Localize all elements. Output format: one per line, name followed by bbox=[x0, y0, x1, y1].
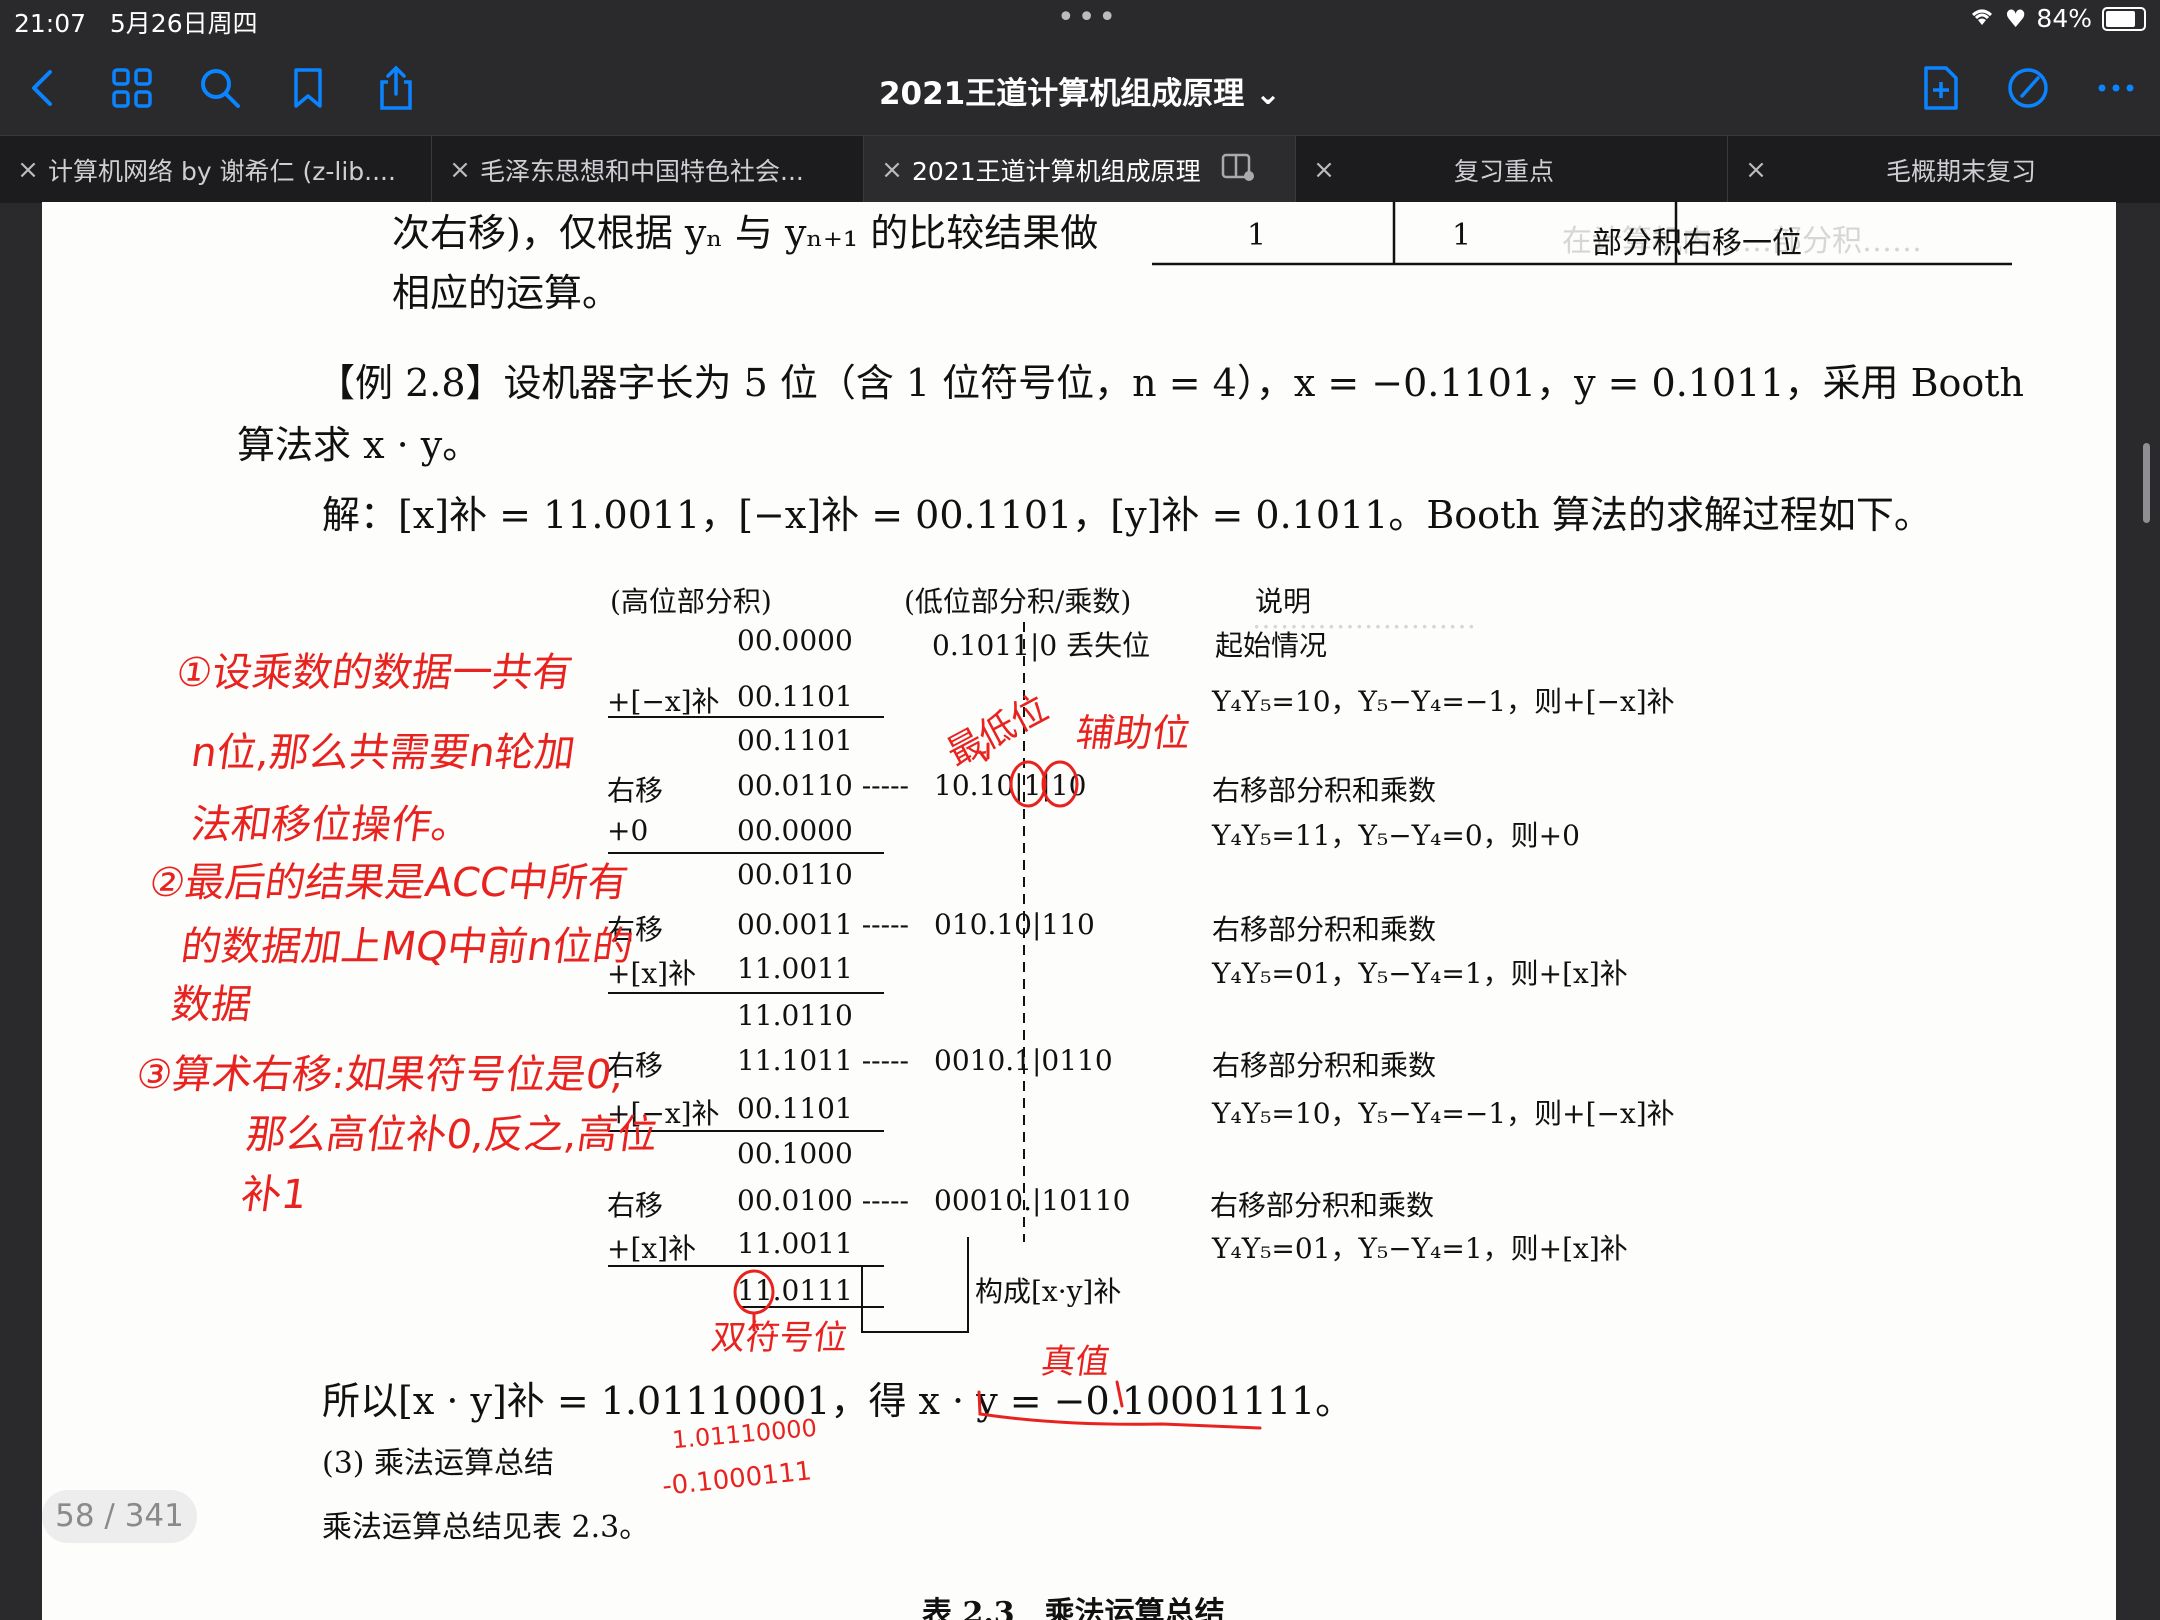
tab-computer-network[interactable]: × 计算机网络 by 谢希仁 (z-lib.... bbox=[0, 136, 432, 203]
scrollbar-thumb[interactable] bbox=[2143, 443, 2150, 523]
close-icon[interactable]: × bbox=[1304, 155, 1344, 185]
tab-review-points[interactable]: × 复习重点 bbox=[1296, 136, 1728, 203]
close-icon[interactable]: × bbox=[872, 155, 912, 185]
annotation-strokes bbox=[733, 742, 1262, 1430]
tab-label: 毛泽东思想和中国特色社会... bbox=[480, 156, 804, 186]
status-time: 21:07 bbox=[14, 9, 87, 38]
status-date: 5月26日周四 bbox=[109, 9, 258, 38]
close-icon[interactable]: × bbox=[1736, 155, 1776, 185]
wifi-icon bbox=[1969, 4, 1995, 33]
document-page[interactable]: 在计算机内……部分积…… …………………… 次右移)，仅根据 yₙ 与 yₙ₊₁… bbox=[42, 202, 2116, 1620]
split-view-icon[interactable] bbox=[1221, 152, 1255, 188]
toolbar: 2021王道计算机组成原理 ⌄ bbox=[0, 40, 2160, 135]
annotate-icon[interactable] bbox=[2004, 64, 2052, 112]
battery-icon bbox=[2102, 6, 2146, 31]
tab-bar: × 计算机网络 by 谢希仁 (z-lib.... × 毛泽东思想和中国特色社会… bbox=[0, 135, 2160, 203]
status-time-date: 21:07 5月26日周四 bbox=[14, 4, 258, 40]
status-right: ♥ 84% bbox=[1969, 4, 2146, 33]
new-page-icon[interactable] bbox=[1916, 64, 1964, 112]
tab-label: 2021王道计算机组成原理 bbox=[912, 156, 1201, 186]
status-bar: 21:07 5月26日周四 ••• ♥ 84% bbox=[0, 0, 2160, 40]
multitask-dots[interactable]: ••• bbox=[1057, 0, 1119, 35]
heart-icon: ♥ bbox=[2004, 4, 2027, 33]
tab-maogai-final[interactable]: × 毛概期末复习 bbox=[1728, 136, 2160, 203]
tab-label: 计算机网络 by 谢希仁 (z-lib.... bbox=[48, 156, 396, 186]
tab-label: 毛概期末复习 bbox=[1886, 156, 2037, 186]
battery-percent: 84% bbox=[2036, 4, 2092, 33]
close-icon[interactable]: × bbox=[440, 155, 480, 185]
tab-computer-organization[interactable]: × 2021王道计算机组成原理 bbox=[864, 136, 1296, 203]
close-icon[interactable]: × bbox=[8, 155, 48, 185]
document-title[interactable]: 2021王道计算机组成原理 ⌄ bbox=[0, 68, 2160, 113]
page-indicator: 58 / 341 bbox=[42, 1490, 197, 1543]
tab-label: 复习重点 bbox=[1454, 156, 1555, 186]
more-icon[interactable] bbox=[2092, 64, 2140, 112]
tab-mao-thought[interactable]: × 毛泽东思想和中国特色社会... bbox=[432, 136, 864, 203]
